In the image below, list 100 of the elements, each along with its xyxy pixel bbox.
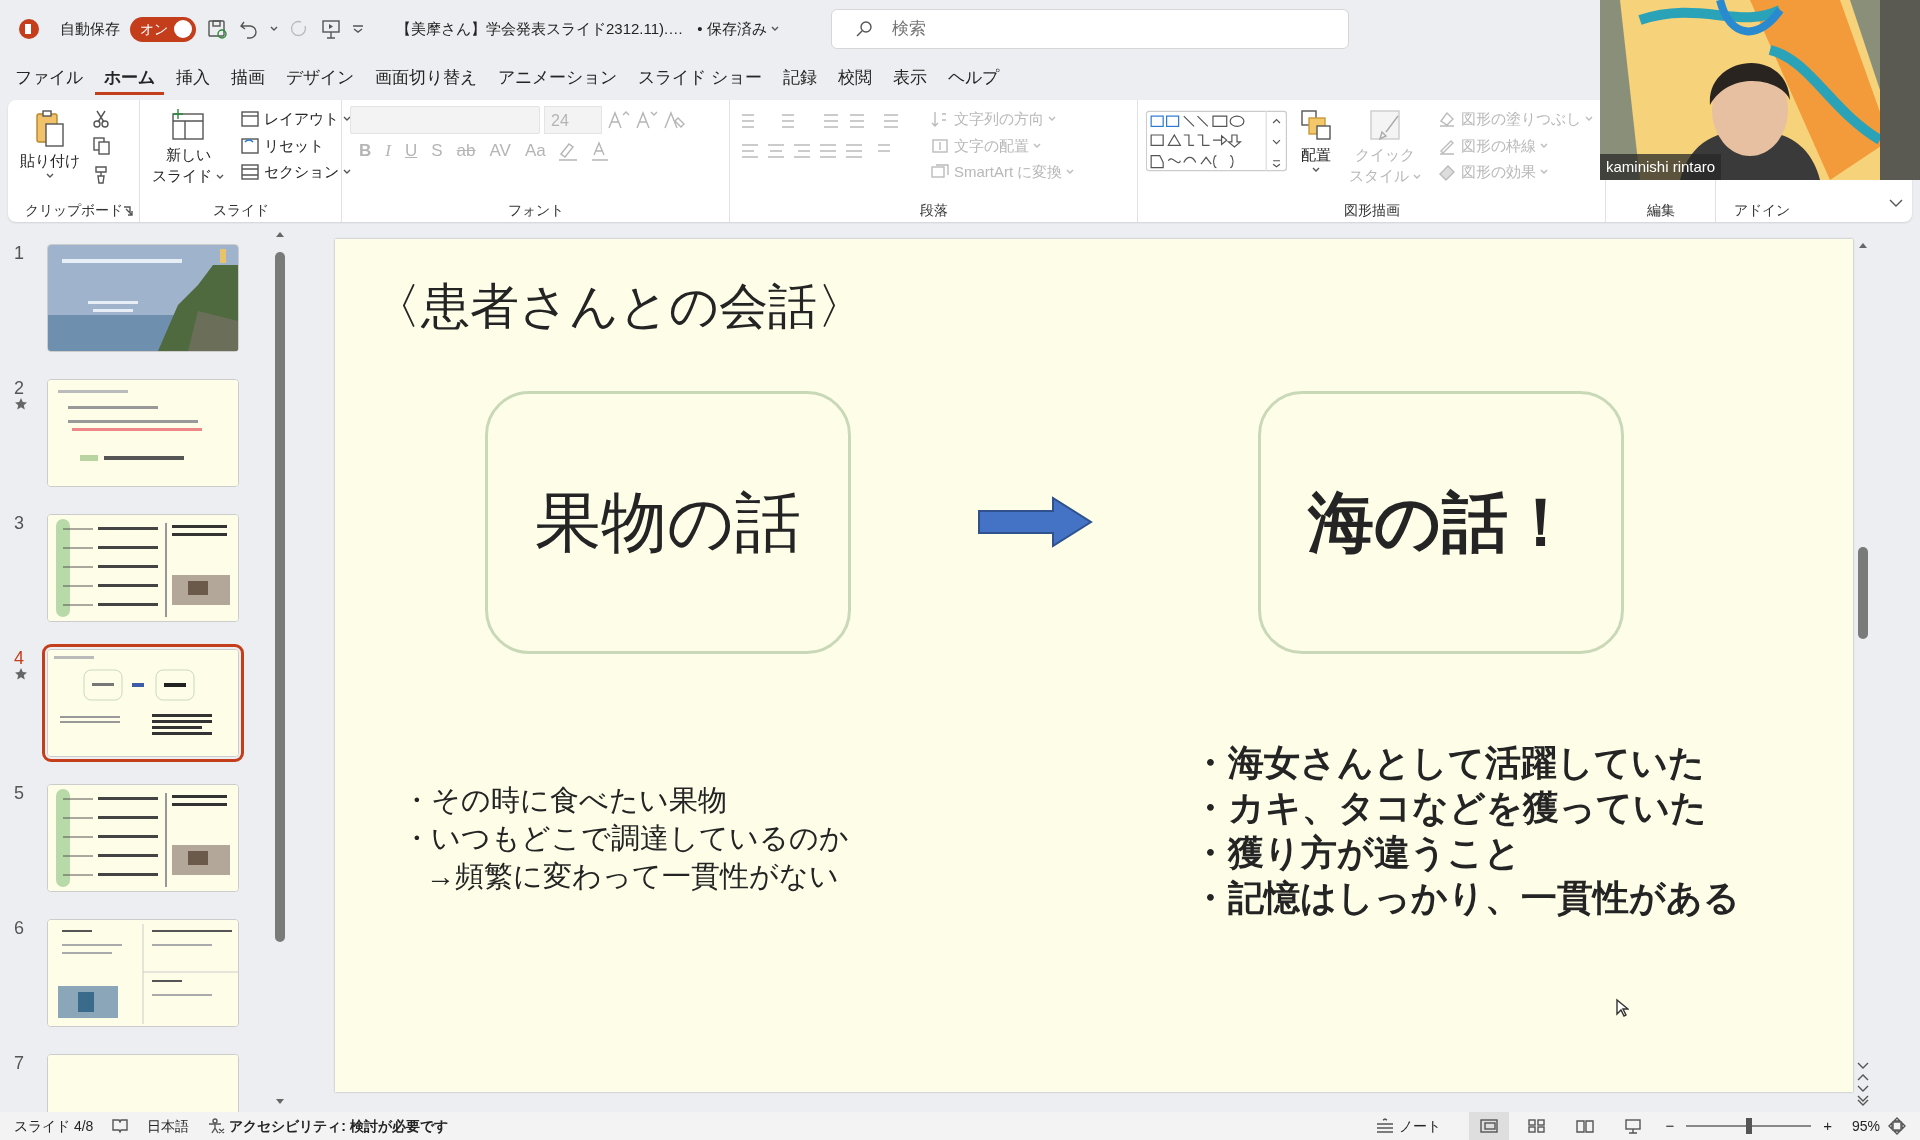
note-line: ・記憶はしっかり、一貫性がある (1192, 875, 1740, 920)
zoom-level[interactable]: 95% (1851, 1115, 1880, 1137)
book-icon (1575, 1118, 1596, 1134)
ribbon-tab[interactable]: 校閲 (828, 61, 881, 95)
caret-icon (770, 26, 779, 32)
scroll-up-icon[interactable] (275, 230, 285, 238)
search-icon (854, 20, 873, 38)
reset-icon (240, 136, 261, 155)
scroll-up-icon[interactable] (1858, 241, 1868, 249)
caret-icon (1311, 167, 1320, 174)
note-line: ・獲り方が違うこと (1192, 830, 1521, 875)
note-line: ・その時に食べたい果物 (402, 782, 727, 818)
layout-icon (240, 110, 261, 129)
search-field[interactable]: 検索 (830, 9, 1349, 49)
scrollbar-thumb[interactable] (275, 252, 285, 942)
notes-icon (1375, 1118, 1396, 1134)
ribbon-tab[interactable]: アニメーション (489, 61, 626, 95)
group-label: クリップボード (24, 201, 123, 220)
clipboard-icon (34, 108, 66, 148)
mouse-pointer-icon (1615, 998, 1629, 1018)
slide-number: 6 (14, 919, 24, 937)
collapse-ribbon-icon[interactable] (1888, 197, 1904, 208)
customize-caret-icon[interactable] (352, 25, 364, 33)
slide-thumbnail[interactable] (47, 919, 239, 1027)
dialog-launcher-icon[interactable] (123, 206, 133, 216)
zoom-out-button[interactable]: − (1661, 1112, 1679, 1140)
caret-icon (1066, 169, 1075, 176)
caret-icon (1033, 142, 1041, 149)
slide-title: 〈患者さんとの会話〉 (372, 278, 866, 335)
group-label: スライド (212, 201, 269, 220)
group-label: 段落 (919, 201, 948, 220)
caret-icon (270, 26, 278, 32)
caret-icon (1413, 174, 1421, 181)
slide-number: 1 (14, 244, 24, 262)
accessibility-icon (207, 1118, 226, 1134)
language-label[interactable]: 日本語 (147, 1115, 190, 1137)
spell-check-icon[interactable] (111, 1118, 130, 1134)
group-label: フォント (507, 201, 564, 220)
save-status[interactable]: • 保存済み (693, 15, 783, 43)
zoom-in-button[interactable]: + (1819, 1112, 1836, 1140)
slide-thumbnail[interactable] (47, 514, 239, 622)
slide-number: 4 (14, 649, 24, 667)
box-text: 海の話！ (1308, 483, 1574, 561)
arrange-button[interactable]: 配置 (1294, 106, 1337, 200)
caret-icon (1540, 169, 1548, 176)
ribbon-tab[interactable]: ホーム (95, 61, 164, 95)
autosave-label: 自動保存 (60, 18, 120, 39)
caret-icon (1540, 142, 1548, 149)
paste-button[interactable]: 貼り付け (16, 106, 84, 200)
presentation-icon[interactable] (320, 18, 342, 40)
ribbon-button[interactable]: レイアウト (236, 106, 356, 133)
ribbon-tab[interactable]: 画面切り替え (366, 61, 486, 95)
view-button[interactable] (1469, 1112, 1510, 1140)
new-slide-button[interactable]: 新しい スライド (148, 106, 229, 200)
slide-counter: スライド 4/8 (14, 1116, 94, 1136)
slide-thumbnail[interactable] (47, 784, 239, 892)
paint-bucket-icon (1437, 109, 1457, 130)
slide-number: 5 (14, 784, 24, 802)
participant-name: kaminishi rintaro (1600, 153, 1722, 180)
normal-view-icon (1479, 1118, 1500, 1134)
cut-icon[interactable] (92, 110, 110, 128)
ribbon-tab[interactable]: デザイン (277, 61, 363, 95)
note-line: ・海女さんとして活躍していた (1192, 740, 1705, 785)
ribbon-tab[interactable]: 記録 (773, 61, 826, 95)
group-label: 図形描画 (1343, 201, 1400, 220)
note-line: ・いつもどこで調達しているのか (402, 820, 849, 856)
slide-number: 3 (14, 514, 24, 532)
fit-to-window-icon[interactable] (1888, 1117, 1906, 1135)
copy-icon[interactable] (92, 136, 112, 156)
align-text-icon (930, 136, 950, 155)
ribbon-tab[interactable]: スライド ショー (629, 61, 771, 95)
ribbon-tab[interactable]: 挿入 (167, 61, 219, 95)
note-line: →頻繁に変わって一貫性がない (426, 858, 839, 894)
ribbon-tab[interactable]: ヘルプ (938, 61, 1008, 95)
scroll-down-icon[interactable] (275, 1098, 285, 1106)
slide-thumbnail[interactable] (47, 244, 239, 352)
save-icon[interactable] (206, 18, 228, 40)
scrollbar-thumb[interactable] (1858, 547, 1868, 639)
ribbon-button[interactable]: リセット (236, 132, 356, 159)
group-label: 編集 (1646, 201, 1675, 220)
notes-button[interactable]: ノート (1371, 1113, 1446, 1139)
group-label: アドイン (1734, 201, 1790, 220)
ribbon-tab[interactable]: ファイル (6, 61, 92, 95)
caret-icon (216, 174, 225, 181)
section-icon (240, 163, 261, 182)
ribbon-tab[interactable]: 表示 (883, 61, 936, 95)
slide-thumbnail[interactable] (47, 379, 239, 487)
document-title: 【美摩さん】学会発表スライド2312.11).… (396, 18, 684, 39)
ribbon-button[interactable]: セクション (236, 159, 356, 186)
caret-icon (46, 173, 54, 180)
autosave-toggle[interactable]: オン (130, 16, 196, 42)
presentation-icon (1623, 1118, 1644, 1134)
app-logo-icon (18, 18, 40, 40)
ribbon-tab[interactable]: 描画 (222, 61, 274, 95)
accessibility-button[interactable]: アクセシビリティ: 検討が必要です (207, 1115, 448, 1137)
new-slide-icon (170, 108, 207, 142)
box-text: 果物の話 (535, 483, 801, 561)
caret-icon (343, 169, 352, 176)
paintbrush-icon (1367, 108, 1402, 142)
arrange-icon (1298, 108, 1333, 142)
